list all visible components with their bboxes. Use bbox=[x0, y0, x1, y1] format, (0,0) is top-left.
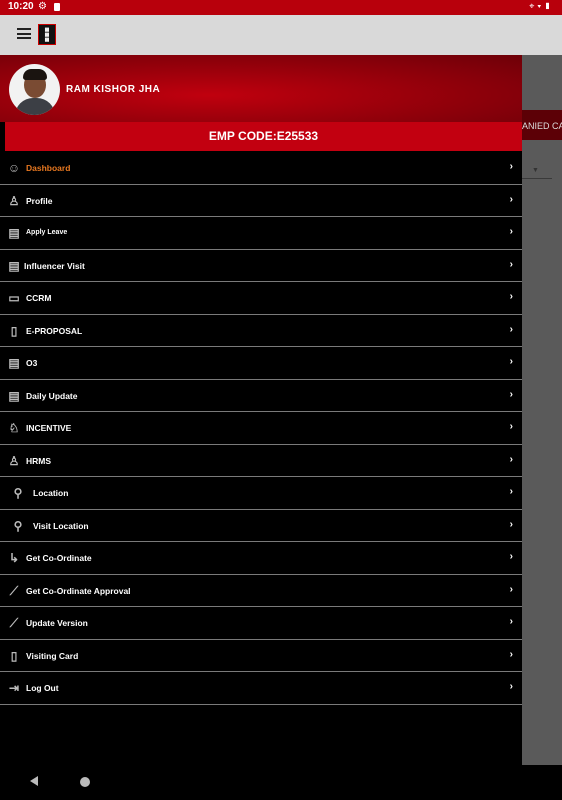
coordinate-icon: ↳ bbox=[8, 551, 20, 565]
chevron-right-icon: › bbox=[509, 648, 513, 660]
menu-item-dashboard[interactable]: ☺ Dashboard › bbox=[0, 152, 522, 185]
chevron-right-icon: › bbox=[509, 616, 513, 627]
menu-item-label: Apply Leave bbox=[26, 229, 68, 236]
chart-line-icon: ⟋ bbox=[9, 616, 19, 630]
sd-card-icon bbox=[54, 3, 60, 11]
emp-code-bar: EMP CODE:E25533 bbox=[5, 122, 522, 151]
menu-item-label: Log Out bbox=[26, 683, 59, 693]
menu-item-visiting-card[interactable]: ▯ Visiting Card › bbox=[0, 640, 522, 672]
menu-item-label: Influencer Visit bbox=[24, 260, 85, 271]
chevron-right-icon: › bbox=[509, 258, 513, 270]
menu-item-get-co-ordinate[interactable]: ↳ Get Co-Ordinate › bbox=[0, 542, 522, 575]
chevron-right-icon: › bbox=[509, 356, 513, 367]
chevron-right-icon: › bbox=[509, 161, 513, 172]
location-pin-icon: ⚲ bbox=[13, 518, 23, 533]
ccrm-icon: ▭ bbox=[8, 291, 20, 305]
logout-icon: ⇥ bbox=[8, 681, 20, 695]
menu-item-label: Update Version bbox=[26, 618, 88, 628]
status-bar: 10:20 ⚙ ⌖▾▮ bbox=[0, 0, 562, 15]
menu-item-profile[interactable]: ♙ Profile › bbox=[0, 185, 522, 217]
menu-item-label: E-PROPOSAL bbox=[26, 325, 83, 336]
home-icon[interactable] bbox=[80, 777, 90, 787]
settings-gear-icon: ⚙ bbox=[38, 1, 47, 12]
battery-icon: ▮ bbox=[544, 1, 554, 11]
menu-item-visit-location[interactable]: ⚲ Visit Location › bbox=[0, 510, 522, 542]
menu-item-incentive[interactable]: ♘ INCENTIVE › bbox=[0, 412, 522, 445]
chevron-right-icon: › bbox=[509, 291, 513, 302]
menu-item-label: HRMS bbox=[26, 455, 52, 466]
menu-item-update-version[interactable]: ⟋ Update Version › bbox=[0, 607, 522, 640]
chevron-right-icon: › bbox=[509, 388, 513, 400]
app-logo: ▦ ▦ ▦ bbox=[38, 24, 56, 45]
influencer-icon: ▤ bbox=[8, 258, 20, 273]
user-name: RAM KISHOR JHA bbox=[66, 84, 161, 95]
visiting-card-icon: ▯ bbox=[10, 648, 18, 663]
status-time: 10:20 bbox=[8, 1, 34, 12]
proposal-icon: ▯ bbox=[10, 323, 18, 338]
menu-item-label: Get Co-Ordinate bbox=[26, 553, 92, 563]
menu-hamburger-icon[interactable] bbox=[17, 28, 31, 39]
system-nav-bar bbox=[0, 765, 562, 800]
menu-item-daily-update[interactable]: ▤ Daily Update › bbox=[0, 380, 522, 412]
menu-item-label: Location bbox=[33, 488, 69, 498]
menu-item-label: Dashboard bbox=[26, 163, 71, 173]
chevron-right-icon: › bbox=[509, 486, 513, 497]
navigation-drawer: RAM KISHOR JHA EMP CODE:E25533 ☺ Dashboa… bbox=[0, 55, 522, 765]
menu-item-label: INCENTIVE bbox=[26, 423, 72, 433]
menu-item-influencer-visit[interactable]: ▤ Influencer Visit › bbox=[0, 250, 522, 282]
menu-item-label: Daily Update bbox=[26, 390, 78, 401]
app-toolbar: ▦ ▦ ▦ bbox=[0, 15, 562, 55]
o3-icon: ▤ bbox=[8, 356, 20, 370]
menu-item-label: CCRM bbox=[26, 293, 52, 303]
menu-item-label: O3 bbox=[26, 358, 38, 368]
chevron-right-icon: › bbox=[509, 551, 513, 562]
dropdown-arrow-icon[interactable]: ▼ bbox=[532, 167, 539, 174]
menu-item-apply-leave[interactable]: ▤ Apply Leave › bbox=[0, 217, 522, 250]
chevron-right-icon: › bbox=[509, 453, 513, 465]
chart-line-icon: ⟋ bbox=[9, 583, 19, 598]
chevron-right-icon: › bbox=[509, 681, 513, 692]
hrms-icon: ♙ bbox=[8, 453, 20, 468]
tab-label[interactable]: ANIED CAL bbox=[522, 121, 562, 131]
chevron-right-icon: › bbox=[509, 323, 513, 335]
drawer-menu: ☺ Dashboard › ♙ Profile › ▤ Apply Leave … bbox=[0, 152, 522, 705]
chevron-right-icon: › bbox=[509, 518, 513, 530]
menu-item-label: Get Co-Ordinate Approval bbox=[26, 585, 131, 596]
menu-item-hrms[interactable]: ♙ HRMS › bbox=[0, 445, 522, 477]
status-icons: ⌖▾▮ bbox=[529, 1, 554, 12]
leave-icon: ▤ bbox=[8, 226, 20, 240]
menu-item-o3[interactable]: ▤ O3 › bbox=[0, 347, 522, 380]
location-pin-icon: ⚲ bbox=[13, 486, 23, 500]
menu-item-label: Visiting Card bbox=[26, 650, 79, 661]
chevron-right-icon: › bbox=[509, 193, 513, 205]
menu-item-location[interactable]: ⚲ Location › bbox=[0, 477, 522, 510]
daily-update-icon: ▤ bbox=[8, 388, 20, 403]
menu-item-label: Profile bbox=[26, 195, 53, 206]
avatar[interactable] bbox=[9, 64, 60, 115]
profile-icon: ♙ bbox=[8, 193, 20, 208]
chevron-right-icon: › bbox=[509, 226, 513, 237]
dashboard-icon: ☺ bbox=[7, 161, 21, 175]
menu-item-get-co-ordinate-approval[interactable]: ⟋ Get Co-Ordinate Approval › bbox=[0, 575, 522, 607]
chevron-right-icon: › bbox=[509, 421, 513, 432]
menu-item-ccrm[interactable]: ▭ CCRM › bbox=[0, 282, 522, 315]
dropdown-underline bbox=[522, 178, 552, 179]
menu-item-log-out[interactable]: ⇥ Log Out › bbox=[0, 672, 522, 705]
menu-item-e-proposal[interactable]: ▯ E-PROPOSAL › bbox=[0, 315, 522, 347]
incentive-icon: ♘ bbox=[8, 421, 20, 435]
drawer-header: RAM KISHOR JHA bbox=[0, 55, 522, 122]
back-icon[interactable] bbox=[30, 776, 38, 786]
chevron-right-icon: › bbox=[509, 583, 513, 595]
menu-item-label: Visit Location bbox=[33, 520, 89, 531]
